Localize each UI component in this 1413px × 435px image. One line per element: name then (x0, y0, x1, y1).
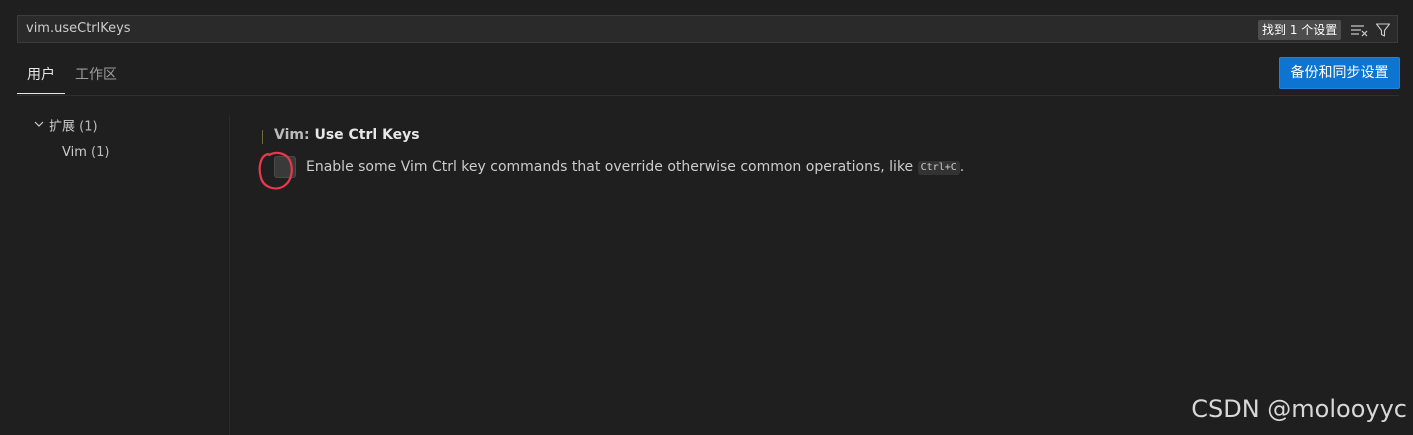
tabs-divider (17, 95, 1399, 96)
toc-item-extensions[interactable]: 扩展 (1) (17, 114, 217, 140)
setting-modified-indicator (262, 130, 263, 144)
setting-description-suffix: . (959, 159, 965, 175)
toc-item-count: (1) (91, 145, 110, 160)
search-input[interactable] (26, 16, 1206, 42)
toc-item-label: 扩展 (49, 119, 76, 135)
setting-label: Use Ctrl Keys (314, 127, 420, 143)
search-results-badge: 找到 1 个设置 (1258, 20, 1342, 40)
clear-filter-icon[interactable] (1348, 19, 1370, 41)
filter-icon[interactable] (1372, 19, 1394, 41)
keybinding-label: Ctrl+C (917, 161, 960, 175)
setting-title: Vim: Use Ctrl Keys (274, 127, 420, 143)
setting-description: Enable some Vim Ctrl key commands that o… (306, 156, 964, 178)
chevron-down-icon (33, 114, 49, 140)
backup-sync-settings-button[interactable]: 备份和同步设置 (1279, 57, 1400, 89)
toc-item-vim[interactable]: Vim (1) (17, 140, 217, 166)
tab-user[interactable]: 用户 (17, 56, 65, 94)
setting-description-text: Enable some Vim Ctrl key commands that o… (306, 159, 918, 175)
toc-sash[interactable] (229, 115, 230, 435)
toc-item-count: (1) (79, 119, 98, 135)
tab-workspace[interactable]: 工作区 (65, 56, 127, 94)
setting-category: Vim: (274, 127, 315, 143)
settings-scope-tabs: 用户 工作区 (17, 56, 127, 96)
settings-toc: 扩展 (1) Vim (1) (17, 114, 217, 166)
settings-search-box[interactable]: 找到 1 个设置 (17, 15, 1398, 43)
toc-item-label: Vim (62, 145, 87, 160)
setting-checkbox[interactable] (274, 156, 296, 178)
watermark: CSDN @molooyyc (1191, 395, 1407, 423)
